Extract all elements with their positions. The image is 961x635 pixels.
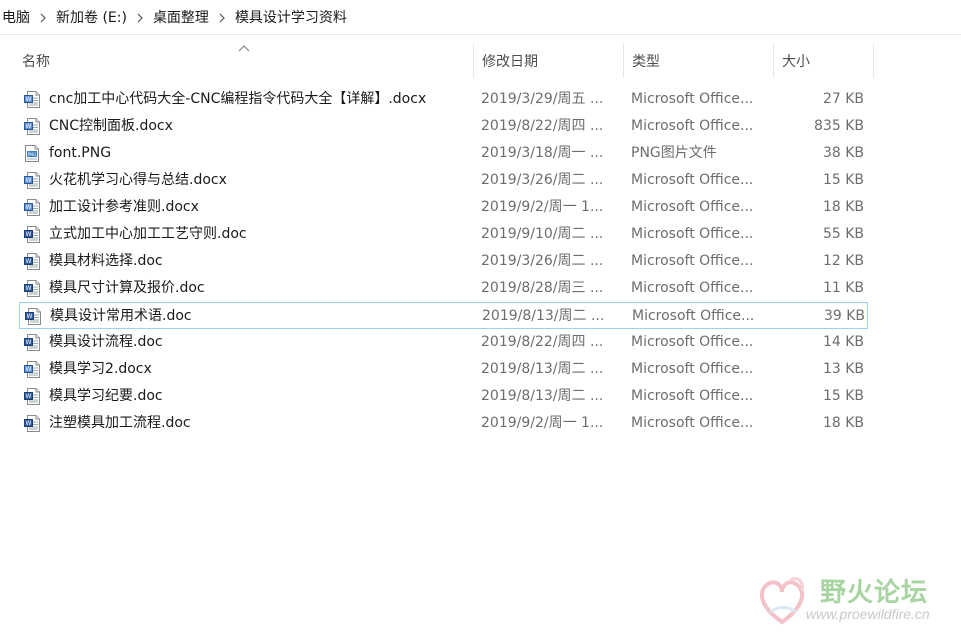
chevron-right-icon[interactable] <box>211 10 233 24</box>
file-size: 835 KB <box>814 118 864 134</box>
chevron-right-icon[interactable] <box>129 10 151 24</box>
file-size: 13 KB <box>822 361 864 377</box>
file-date: 2019/8/13/周二 ... <box>481 388 604 404</box>
file-size: 39 KB <box>823 308 865 324</box>
file-row[interactable]: Wcnc加工中心代码大全-CNC编程指令代码大全【详解】.docx 2019/3/… <box>19 86 868 113</box>
watermark-title: 野火论坛 <box>820 578 929 608</box>
file-date: 2019/3/26/周二 ... <box>481 253 604 269</box>
file-date: 2019/8/13/周二 ... <box>482 308 605 324</box>
file-type: Microsoft Office... <box>631 334 754 350</box>
column-header-name[interactable]: 名称 <box>14 44 473 78</box>
file-type: Microsoft Office... <box>631 91 754 107</box>
file-type: Microsoft Office... <box>631 253 754 269</box>
file-type: Microsoft Office... <box>631 172 754 188</box>
file-size: 11 KB <box>822 280 864 296</box>
column-header-size[interactable]: 大小 <box>774 44 873 78</box>
file-name[interactable]: 模具设计流程.doc <box>49 329 469 356</box>
file-date: 2019/8/28/周三 ... <box>481 280 604 296</box>
file-size: 12 KB <box>822 253 864 269</box>
column-header-type[interactable]: 类型 <box>624 44 773 78</box>
file-date: 2019/9/2/周一 1... <box>481 199 604 215</box>
file-size: 18 KB <box>822 199 864 215</box>
file-date: 2019/8/13/周二 ... <box>481 361 604 377</box>
breadcrumb-item-desktop-folder[interactable]: 桌面整理 <box>151 7 211 27</box>
file-date: 2019/9/10/周二 ... <box>481 226 604 242</box>
column-header: 名称 修改日期 类型 大小 <box>0 44 961 78</box>
file-size: 18 KB <box>822 415 864 431</box>
breadcrumb-item-current-folder[interactable]: 模具设计学习资料 <box>233 7 349 27</box>
file-type: Microsoft Office... <box>631 226 754 242</box>
file-row[interactable]: W CNC控制面板.docx 2019/8/22/周四 ... Microsoft O… <box>19 113 868 140</box>
file-row[interactable]: W 模具设计常用术语.doc 2019/8/13/周二 ... Microsoft O… <box>19 302 868 329</box>
svg-text:W: W <box>26 393 32 400</box>
file-size: 55 KB <box>822 226 864 242</box>
file-type: Microsoft Office... <box>631 280 754 296</box>
breadcrumb-item-computer[interactable]: 电脑 <box>0 7 32 27</box>
file-name[interactable]: 注塑模具加工流程.doc <box>49 410 469 437</box>
file-row[interactable]: PNG font.PNG 2019/3/18/周一 ... PNG图片文件 38 KB <box>19 140 868 167</box>
file-name[interactable]: 模具学习2.docx <box>49 356 469 383</box>
file-type: Microsoft Office... <box>631 361 754 377</box>
file-row[interactable]: W 模具材料选择.doc 2019/3/26/周二 ... Microsoft Off… <box>19 248 868 275</box>
svg-text:W: W <box>26 420 32 427</box>
column-header-date[interactable]: 修改日期 <box>474 44 623 78</box>
svg-text:W: W <box>26 177 32 184</box>
file-row[interactable]: W 模具设计流程.doc 2019/8/22/周四 ... Microsoft Off… <box>19 329 868 356</box>
watermark-url: www.proewildfire.cn <box>806 606 930 622</box>
file-row[interactable]: W 注塑模具加工流程.doc 2019/9/2/周一 1... Microsoft O… <box>19 410 868 437</box>
file-row[interactable]: W 模具学习2.docx 2019/8/13/周二 ... Microsoft Off… <box>19 356 868 383</box>
breadcrumb: 电脑 新加卷 (E:) 桌面整理 模具设计学习资料 <box>0 0 349 34</box>
file-name[interactable]: 加工设计参考准则.docx <box>49 194 469 221</box>
svg-text:PNG: PNG <box>28 152 37 157</box>
breadcrumb-item-drive[interactable]: 新加卷 (E:) <box>54 7 129 27</box>
file-size: 15 KB <box>822 172 864 188</box>
file-name[interactable]: 模具尺寸计算及报价.doc <box>49 275 469 302</box>
file-type: Microsoft Office... <box>631 388 754 404</box>
file-name[interactable]: 模具学习纪要.doc <box>49 383 469 410</box>
file-size: 15 KB <box>822 388 864 404</box>
file-date: 2019/3/26/周二 ... <box>481 172 604 188</box>
svg-text:W: W <box>26 366 32 373</box>
file-name[interactable]: CNC控制面板.docx <box>49 113 469 140</box>
file-row[interactable]: W 模具尺寸计算及报价.doc 2019/8/28/周三 ... Microsoft … <box>19 275 868 302</box>
file-row[interactable]: W 加工设计参考准则.docx 2019/9/2/周一 1... Microsoft … <box>19 194 868 221</box>
file-type: PNG图片文件 <box>631 145 717 161</box>
file-name[interactable]: 模具设计常用术语.doc <box>50 303 470 330</box>
file-row[interactable]: W 模具学习纪要.doc 2019/8/13/周二 ... Microsoft Off… <box>19 383 868 410</box>
file-type: Microsoft Office... <box>631 118 754 134</box>
file-date: 2019/8/22/周四 ... <box>481 334 604 350</box>
svg-text:W: W <box>26 96 32 103</box>
file-size: 27 KB <box>822 91 864 107</box>
file-date: 2019/3/18/周一 ... <box>481 145 604 161</box>
column-divider[interactable] <box>873 44 874 78</box>
svg-text:W: W <box>26 258 32 265</box>
file-name[interactable]: font.PNG <box>49 140 469 167</box>
svg-text:W: W <box>26 285 32 292</box>
file-type: Microsoft Office... <box>631 199 754 215</box>
file-date: 2019/3/29/周五 ... <box>481 91 604 107</box>
file-row[interactable]: W 立式加工中心加工工艺守则.doc 2019/9/10/周二 ... Microso… <box>19 221 868 248</box>
file-type: Microsoft Office... <box>631 415 754 431</box>
svg-text:W: W <box>26 123 32 130</box>
file-name[interactable]: 立式加工中心加工工艺守则.doc <box>49 221 469 248</box>
file-name[interactable]: cnc加工中心代码大全-CNC编程指令代码大全【详解】.docx <box>49 86 469 113</box>
file-date: 2019/9/2/周一 1... <box>481 415 604 431</box>
file-size: 38 KB <box>822 145 864 161</box>
file-name[interactable]: 模具材料选择.doc <box>49 248 469 275</box>
file-name[interactable]: 火花机学习心得与总结.docx <box>49 167 469 194</box>
address-bar[interactable]: 电脑 新加卷 (E:) 桌面整理 模具设计学习资料 <box>0 0 961 35</box>
svg-text:W: W <box>27 313 33 320</box>
svg-text:W: W <box>26 231 32 238</box>
file-date: 2019/8/22/周四 ... <box>481 118 604 134</box>
forum-logo-icon <box>759 577 805 625</box>
file-type: Microsoft Office... <box>632 308 755 324</box>
file-row[interactable]: W 火花机学习心得与总结.docx 2019/3/26/周二 ... Microsof… <box>19 167 868 194</box>
file-size: 14 KB <box>822 334 864 350</box>
svg-text:W: W <box>26 204 32 211</box>
chevron-right-icon[interactable] <box>32 10 54 24</box>
watermark: 野火论坛 www.proewildfire.cn <box>748 566 958 632</box>
svg-text:W: W <box>26 339 32 346</box>
